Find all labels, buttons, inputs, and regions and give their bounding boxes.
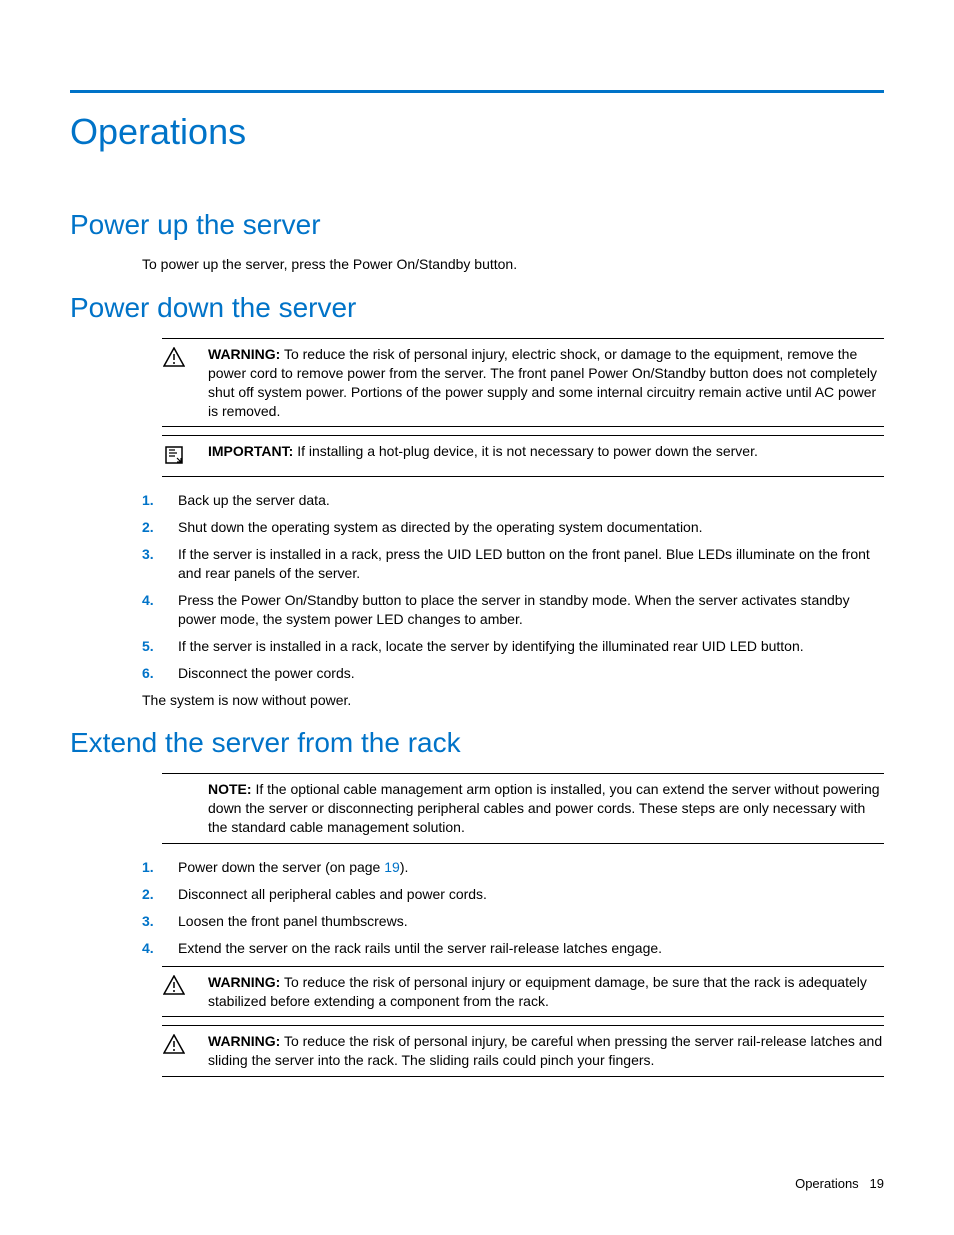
page-link[interactable]: 19 xyxy=(384,859,400,875)
warning-text: WARNING: To reduce the risk of personal … xyxy=(208,345,884,421)
note-text: NOTE: If the optional cable management a… xyxy=(162,780,884,837)
warning-text: WARNING: To reduce the risk of personal … xyxy=(208,1032,884,1070)
warning-label: WARNING: xyxy=(208,1033,280,1049)
power-up-text: To power up the server, press the Power … xyxy=(142,255,884,274)
warning-body: To reduce the risk of personal injury, b… xyxy=(208,1033,882,1068)
footer-page: 19 xyxy=(870,1176,884,1191)
step-item: 2.Shut down the operating system as dire… xyxy=(142,518,884,537)
important-text: IMPORTANT: If installing a hot-plug devi… xyxy=(208,442,884,461)
page-footer: Operations 19 xyxy=(795,1176,884,1191)
extend-steps: 1. Power down the server (on page 19). 2… xyxy=(142,858,884,958)
important-icon xyxy=(162,442,186,470)
footer-section: Operations xyxy=(795,1176,859,1191)
step-item: 6.Disconnect the power cords. xyxy=(142,664,884,683)
heading-extend: Extend the server from the rack xyxy=(70,727,884,759)
warning-label: WARNING: xyxy=(208,346,280,362)
step-item: 5.If the server is installed in a rack, … xyxy=(142,637,884,656)
warning-callout: WARNING: To reduce the risk of personal … xyxy=(162,338,884,428)
step-item: 1. Power down the server (on page 19). xyxy=(142,858,884,877)
warning-body: To reduce the risk of personal injury or… xyxy=(208,974,867,1009)
warning-text: WARNING: To reduce the risk of personal … xyxy=(208,973,884,1011)
warning-icon xyxy=(162,345,186,371)
important-callout: IMPORTANT: If installing a hot-plug devi… xyxy=(162,435,884,477)
step-item: 3.Loosen the front panel thumbscrews. xyxy=(142,912,884,931)
important-label: IMPORTANT: xyxy=(208,443,293,459)
step-item: 4.Press the Power On/Standby button to p… xyxy=(142,591,884,629)
heading-power-down: Power down the server xyxy=(70,292,884,324)
step-text: Power down the server (on page xyxy=(178,859,384,875)
step-item: 4.Extend the server on the rack rails un… xyxy=(142,939,884,958)
warning-icon xyxy=(162,1032,186,1058)
power-down-steps: 1.Back up the server data. 2.Shut down t… xyxy=(142,491,884,682)
warning-icon xyxy=(162,973,186,999)
note-label: NOTE: xyxy=(208,781,252,797)
warning-callout-3: WARNING: To reduce the risk of personal … xyxy=(162,1025,884,1077)
step-item: 3.If the server is installed in a rack, … xyxy=(142,545,884,583)
warning-callout-2: WARNING: To reduce the risk of personal … xyxy=(162,966,884,1018)
step-item: 1.Back up the server data. xyxy=(142,491,884,510)
power-down-after: The system is now without power. xyxy=(142,691,884,710)
note-body: If the optional cable management arm opt… xyxy=(208,781,880,835)
note-callout: NOTE: If the optional cable management a… xyxy=(162,773,884,844)
step-item: 2.Disconnect all peripheral cables and p… xyxy=(142,885,884,904)
top-rule xyxy=(70,90,884,93)
warning-body: To reduce the risk of personal injury, e… xyxy=(208,346,877,419)
step-text-post: ). xyxy=(400,859,409,875)
warning-label: WARNING: xyxy=(208,974,280,990)
heading-power-up: Power up the server xyxy=(70,209,884,241)
important-body: If installing a hot-plug device, it is n… xyxy=(297,443,758,459)
page-title: Operations xyxy=(70,111,884,153)
